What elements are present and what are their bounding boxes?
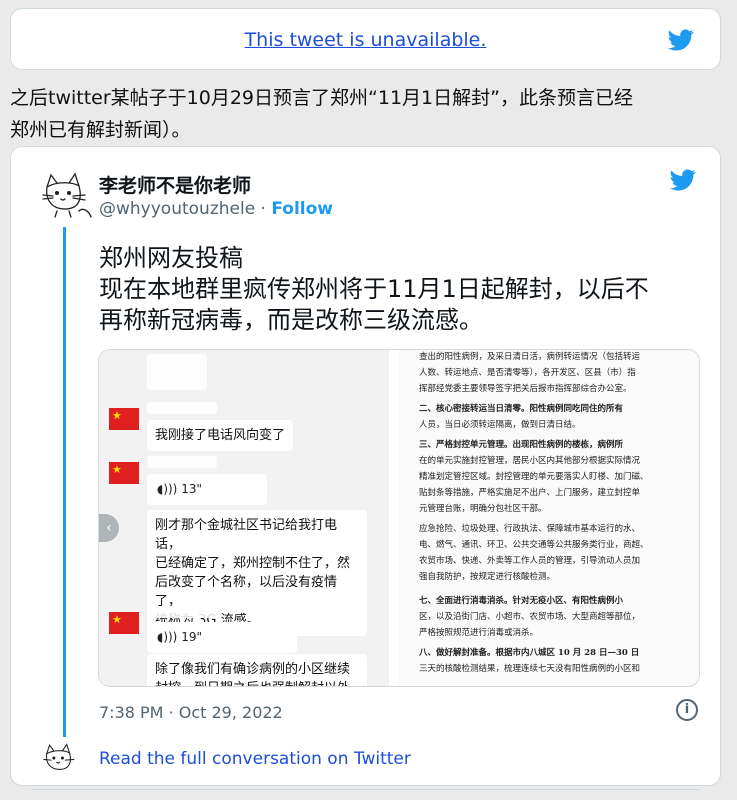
document-line: 查出的阳性病例，及采日清日活，病例转运情况（包括转运 xyxy=(419,352,641,362)
blurred-username xyxy=(147,456,217,468)
twitter-bird-icon[interactable] xyxy=(668,167,698,193)
info-icon[interactable]: i xyxy=(676,699,698,721)
paragraph-line-1: 之后twitter某帖子于10月29日预言了郑州“11月1日解封”，此条预言已经 xyxy=(10,87,633,109)
author-handle-row: @whyyoutouzhele · Follow xyxy=(99,199,333,219)
flag-avatar xyxy=(109,612,139,634)
chat-message-line: 除了像我们有确诊病例的小区继续 xyxy=(155,662,351,677)
voice-message[interactable]: ◖))) 19" xyxy=(147,622,297,653)
chat-message-line: 封控，到日期之后也强制解封以外 xyxy=(155,679,359,686)
document-line: 区，以及沿街门店、小超市、农贸市场、大型商超等部位， xyxy=(419,612,641,622)
document-line: 八、做好解封准备。根据市内八城区 10 月 28 日—30 日 xyxy=(419,648,640,658)
voice-duration: 13" xyxy=(181,482,202,496)
voice-message[interactable]: ◖))) 13" xyxy=(147,474,267,505)
voice-wave-icon: ◖))) xyxy=(157,482,182,496)
document-line: 挥部经党委主要领导签字把关后报市指挥部综合办公室。 xyxy=(419,384,632,394)
tweet-text: 郑州网友投稿 现在本地群里疯传郑州将于11月1日起解封，以后不 再称新冠病毒，而… xyxy=(99,243,649,336)
handle-separator: · xyxy=(255,199,272,219)
document-line: 人员，当日必须转运隔离，做到日清日结。 xyxy=(419,420,581,430)
tweet-text-line: 现在本地群里疯传郑州将于11月1日起解封，以后不 xyxy=(99,275,649,303)
article-paragraph: 之后twitter某帖子于10月29日预言了郑州“11月1日解封”，此条预言已经… xyxy=(10,82,737,146)
chat-message-line: 刚才那个金城社区书记给我打电话， xyxy=(155,518,338,552)
embedded-tweet-card: 李老师不是你老师 @whyyoutouzhele · Follow 郑州网友投稿… xyxy=(10,146,721,790)
document-screenshot-image[interactable]: 查出的阳性病例，及采日清日活，病例转运情况（包括转运 人数、转运地点、是否清零等… xyxy=(399,350,699,686)
author-handle[interactable]: @whyyoutouzhele xyxy=(99,199,255,219)
chat-screenshot-image[interactable]: 我刚接了电话风向变了 ◖))) 13" 刚才那个金城社区书记给我打电话， 已经确… xyxy=(99,350,389,686)
author-avatar[interactable] xyxy=(39,167,95,219)
tweet-timestamp[interactable]: 7:38 PM · Oct 29, 2022 xyxy=(99,703,283,722)
thread-line xyxy=(63,227,66,737)
document-line: 应急抢险、垃圾处理、行政执法、保障城市基本运行的水、 xyxy=(419,524,641,534)
follow-button[interactable]: Follow xyxy=(271,199,333,219)
author-avatar-small[interactable] xyxy=(41,739,81,777)
document-line: 元管理台账，明确分包社区干部。 xyxy=(419,504,547,514)
blurred-username xyxy=(147,606,217,618)
paragraph-line-2: 郑州已有解封新闻）。 xyxy=(10,119,191,141)
tweet-text-line: 郑州网友投稿 xyxy=(99,244,243,272)
twitter-bird-icon[interactable] xyxy=(666,27,696,53)
read-full-conversation-link[interactable]: Read the full conversation on Twitter xyxy=(99,749,411,769)
chat-message: 除了像我们有确诊病例的小区继续 封控，到日期之后也强制解封以外 xyxy=(147,654,367,686)
document-line: 二、核心密接转运当日清零。阳性病例同吃同住的所有 xyxy=(419,404,624,414)
tweet-media[interactable]: 我刚接了电话风向变了 ◖))) 13" 刚才那个金城社区书记给我打电话， 已经确… xyxy=(98,349,700,687)
previous-image-arrow-icon[interactable]: ‹ xyxy=(99,514,119,542)
tweet-unavailable-link[interactable]: This tweet is unavailable. xyxy=(11,29,720,51)
document-line: 人数、转运地点、是否清零等），各开发区、区县（市）指 xyxy=(419,368,636,378)
document-line: 贴封条等措施，严格实施足不出户、上门服务，建立封控单 xyxy=(419,488,641,498)
divider xyxy=(31,789,700,790)
tweet-text-line: 再称新冠病毒，而是改称三级流感。 xyxy=(99,306,483,334)
document-line: 七、全面进行消毒消杀。针对无疫小区、有阳性病例小 xyxy=(419,596,624,606)
document-line: 严格按照规范进行消毒或消杀。 xyxy=(419,628,539,638)
document-line: 农贸市场、快递、外卖等工作人员的管理，引导流动人员加 xyxy=(419,556,641,566)
author-name[interactable]: 李老师不是你老师 xyxy=(99,171,251,198)
flag-avatar xyxy=(109,462,139,484)
document-line: 三天的核酸检测结果，梳理连续七天没有阳性病例的小区和 xyxy=(419,664,641,674)
blurred-region xyxy=(147,354,207,390)
document-line: 电、燃气、通讯、环卫、公共交通等公共服务类行业，商超、 xyxy=(419,540,649,550)
blurred-username xyxy=(147,402,217,414)
chat-message: 我刚接了电话风向变了 xyxy=(147,420,294,451)
voice-duration: 19" xyxy=(181,630,202,644)
chat-message-line: 已经确定了，郑州控制不住了，然 xyxy=(155,556,351,571)
unavailable-tweet-card: This tweet is unavailable. xyxy=(10,8,721,70)
document-line: 强自我防护，按规定进行核酸检测。 xyxy=(419,572,556,582)
flag-avatar xyxy=(109,408,139,430)
document-line: 在的单元实施封控管理，居民小区内其他部分根据实际情况 xyxy=(419,456,641,466)
voice-wave-icon: ◖))) xyxy=(157,630,182,644)
document-line: 三、严格封控单元管理。出现阳性病例的楼栋，病例所 xyxy=(419,440,624,450)
document-line: 精准划定管控区域。封控管理的单元要落实人盯楼、加门磁、 xyxy=(419,472,649,482)
